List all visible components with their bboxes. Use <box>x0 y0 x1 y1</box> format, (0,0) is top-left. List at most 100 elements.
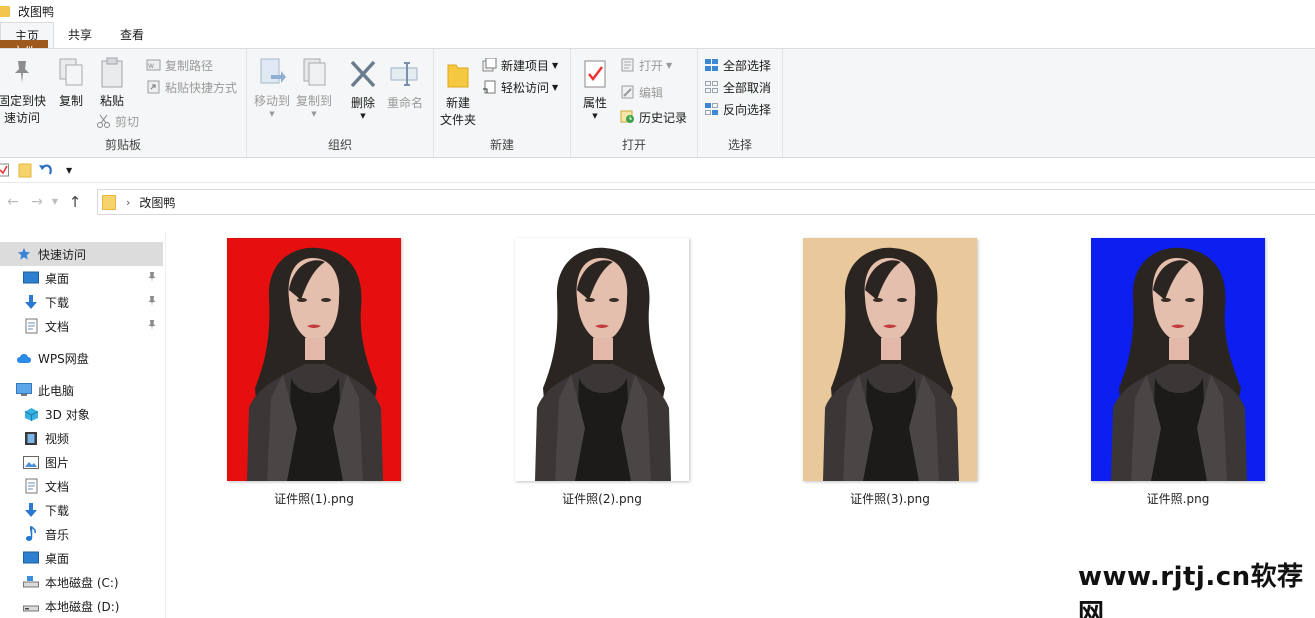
picture-icon <box>23 454 39 470</box>
address-bar[interactable]: › 改图鸭 <box>97 189 1315 215</box>
clipboard-group: 固定到快 速访问 复制 粘贴 W 复制路径 粘贴快捷方式 剪切 剪贴板 <box>0 49 247 157</box>
new-item-button[interactable]: 新建项目 ▼ <box>482 55 558 75</box>
file-name: 证件照(2).png <box>562 492 642 506</box>
window-title: 改图鸭 <box>18 4 55 19</box>
sidebar-item-desktop[interactable]: 桌面 <box>0 266 163 290</box>
file-item[interactable]: 证件照.png <box>1090 238 1266 507</box>
drive-icon <box>23 574 39 590</box>
invert-selection-button[interactable]: 反向选择 <box>704 99 771 119</box>
select-all-icon <box>705 59 718 71</box>
select-all-button[interactable]: 全部选择 <box>704 55 771 75</box>
select-none-button[interactable]: 全部取消 <box>704 77 771 97</box>
rename-icon <box>390 62 418 86</box>
title-bar: 改图鸭 <box>0 0 1315 22</box>
sidebar-item-drive-d[interactable]: 本地磁盘 (D:) <box>0 594 163 618</box>
sidebar-item-music[interactable]: 音乐 <box>0 522 163 546</box>
cut-button[interactable]: 剪切 <box>96 111 139 131</box>
sidebar-item-drive-c[interactable]: 本地磁盘 (C:) <box>0 570 163 594</box>
sidebar-item-documents-pc[interactable]: 文档 <box>0 474 163 498</box>
photo-thumbnail[interactable] <box>515 238 689 481</box>
new-group-label: 新建 <box>489 138 514 152</box>
file-item[interactable]: 证件照(2).png <box>514 238 690 507</box>
breadcrumb-separator[interactable]: › <box>126 196 130 209</box>
sidebar-item-videos[interactable]: 视频 <box>0 426 163 450</box>
pin-icon[interactable] <box>147 295 157 307</box>
paste-shortcut-button[interactable]: 粘贴快捷方式 <box>146 77 237 97</box>
up-arrow-icon[interactable]: ↑ <box>62 193 88 211</box>
svg-text:W: W <box>148 63 154 70</box>
pin-label-line2: 速访问 <box>3 111 40 125</box>
copy-to-button[interactable]: 复制到 ▼ <box>293 55 335 118</box>
customize-toolbar-dropdown[interactable]: ▼ <box>66 166 72 175</box>
pin-to-quick-access-button[interactable]: 固定到快 速访问 <box>0 55 48 127</box>
photo-thumbnail[interactable] <box>227 238 401 481</box>
document-icon <box>23 318 39 334</box>
copy-icon <box>59 58 83 86</box>
delete-x-icon <box>350 60 376 88</box>
rename-button[interactable]: 重命名 <box>385 55 425 112</box>
open-button[interactable]: 打开 ▼ <box>620 55 672 75</box>
history-button[interactable]: 历史记录 <box>620 107 687 127</box>
sidebar-item-pictures[interactable]: 图片 <box>0 450 163 474</box>
tab-view[interactable]: 查看 <box>106 22 158 49</box>
desktop-icon <box>23 270 39 286</box>
scissors-icon <box>97 114 110 128</box>
sidebar-item-3d-objects[interactable]: 3D 对象 <box>0 402 163 426</box>
properties-check-icon[interactable] <box>0 163 10 177</box>
pin-label-line1: 固定到快 <box>0 94 46 108</box>
file-item[interactable]: 证件照(3).png <box>802 238 978 507</box>
file-name: 证件照(1).png <box>274 492 354 506</box>
tab-share[interactable]: 共享 <box>54 22 106 49</box>
delete-button[interactable]: 删除 ▼ <box>346 55 380 120</box>
copy-button[interactable]: 复制 <box>55 55 87 110</box>
drive-icon <box>23 598 39 614</box>
edit-icon <box>621 85 634 99</box>
sidebar-item-documents[interactable]: 文档 <box>0 314 163 338</box>
pin-icon[interactable] <box>147 271 157 283</box>
file-item[interactable]: 证件照(1).png <box>226 238 402 507</box>
photo-thumbnail[interactable] <box>803 238 977 481</box>
file-name: 证件照(3).png <box>850 492 930 506</box>
music-icon <box>23 526 39 542</box>
new-folder-button[interactable]: 新建 文件夹 <box>438 55 478 129</box>
easy-access-button[interactable]: 轻松访问 ▼ <box>482 77 558 97</box>
ribbon: 固定到快 速访问 复制 粘贴 W 复制路径 粘贴快捷方式 剪切 剪贴板 移动到 … <box>0 48 1315 158</box>
select-none-icon <box>705 81 718 93</box>
file-name: 证件照.png <box>1146 492 1210 506</box>
clipboard-group-label: 剪贴板 <box>104 138 141 152</box>
cube-icon <box>23 406 39 422</box>
properties-button[interactable]: 属性 ▼ <box>579 55 611 120</box>
star-icon <box>16 246 32 262</box>
new-folder-icon <box>447 64 469 88</box>
sidebar-item-desktop-pc[interactable]: 桌面 <box>0 546 163 570</box>
organize-group-label: 组织 <box>327 138 352 152</box>
recent-locations-dropdown[interactable]: ▼ <box>48 197 62 206</box>
cloud-icon <box>16 350 32 366</box>
new-folder-icon[interactable] <box>18 162 32 178</box>
sidebar-item-quick-access[interactable]: 快速访问 <box>0 242 163 266</box>
quick-access-toolbar: ▼ <box>0 158 1315 183</box>
video-icon <box>23 430 39 446</box>
breadcrumb-current[interactable]: 改图鸭 <box>139 194 175 211</box>
easy-access-icon <box>483 80 496 94</box>
copy-path-button[interactable]: W 复制路径 <box>146 55 213 75</box>
paste-shortcut-icon <box>147 80 160 94</box>
ribbon-tabs: 文件 主页 共享 查看 <box>0 22 1315 64</box>
photo-thumbnail[interactable] <box>1091 238 1265 481</box>
sidebar-item-downloads-pc[interactable]: 下载 <box>0 498 163 522</box>
sidebar-item-this-pc[interactable]: 此电脑 <box>0 378 163 402</box>
open-group: 属性 ▼ 打开 ▼ 编辑 历史记录 打开 <box>571 49 698 157</box>
paste-button[interactable]: 粘贴 <box>95 55 129 110</box>
download-icon <box>23 294 39 310</box>
undo-icon[interactable] <box>38 162 54 178</box>
forward-arrow-icon[interactable]: → <box>26 194 48 210</box>
sidebar-item-wps-cloud[interactable]: WPS网盘 <box>0 346 163 370</box>
watermark-text: www.rjtj.cn软荐网 <box>1078 562 1304 618</box>
sidebar-item-downloads[interactable]: 下载 <box>0 290 163 314</box>
navigation-pane: 快速访问 桌面 下载 文档 WPS网盘 此电脑 3D 对象 视频 图片 文档 下… <box>0 231 166 618</box>
paste-label: 粘贴 <box>99 94 124 108</box>
edit-button[interactable]: 编辑 <box>620 82 663 102</box>
back-arrow-icon[interactable]: ← <box>0 194 26 210</box>
move-to-button[interactable]: 移动到 ▼ <box>251 55 293 118</box>
pin-icon[interactable] <box>147 319 157 331</box>
